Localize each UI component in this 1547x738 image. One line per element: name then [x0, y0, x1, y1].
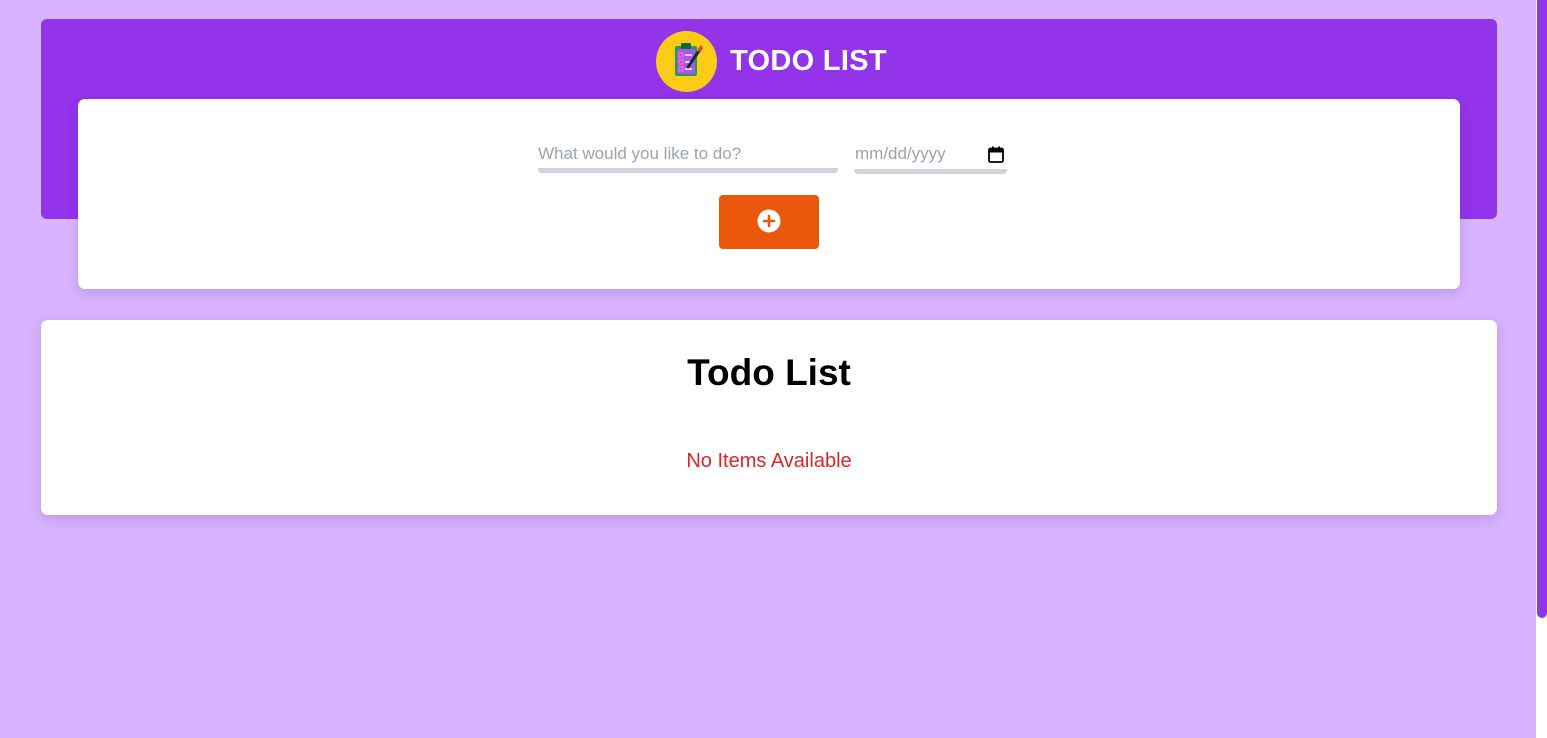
clipboard-checklist-icon	[656, 30, 717, 92]
date-input[interactable]: mm/dd/yyyy	[854, 139, 1007, 174]
todo-list-card: Todo List No Items Available	[41, 320, 1497, 515]
add-todo-button[interactable]	[719, 195, 819, 249]
brand: TODO LIST	[656, 30, 887, 92]
app-title: TODO LIST	[730, 44, 887, 77]
plus-circle-icon	[757, 209, 781, 236]
todo-input-card: mm/dd/yyyy	[78, 99, 1460, 289]
list-title: Todo List	[687, 352, 851, 393]
calendar-icon[interactable]	[987, 145, 1005, 163]
date-placeholder: mm/dd/yyyy	[855, 144, 946, 163]
empty-message: No Items Available	[686, 450, 852, 472]
task-input[interactable]	[538, 139, 838, 173]
scrollbar-thumb[interactable]	[1537, 0, 1547, 618]
